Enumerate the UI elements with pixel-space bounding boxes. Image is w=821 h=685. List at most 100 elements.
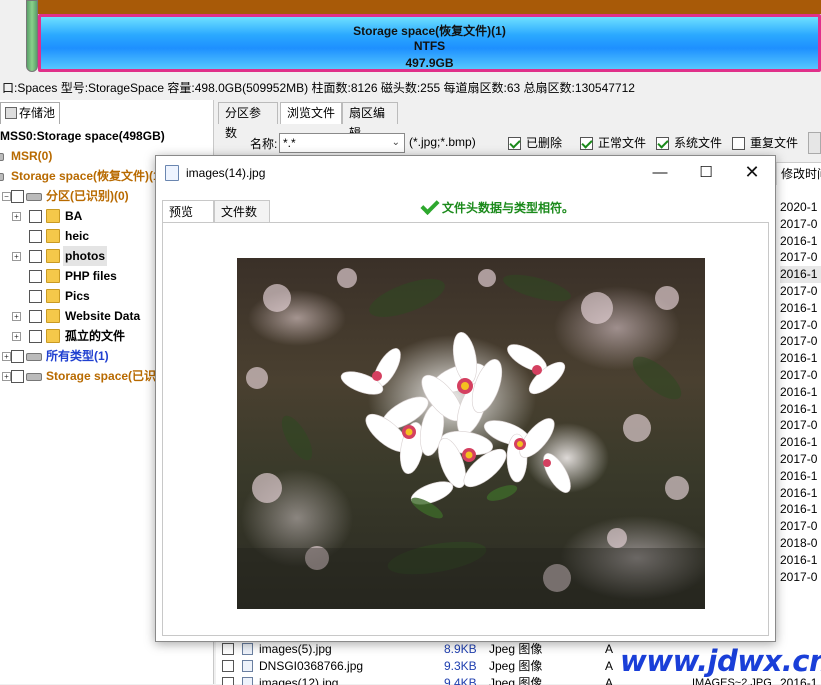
date-cell: 2016-1 <box>780 502 818 517</box>
preview-area <box>162 222 769 636</box>
deleted-checkbox[interactable]: 已删除 <box>508 134 562 152</box>
tree-item-label: PHP files <box>65 269 117 283</box>
system-files-checkbox[interactable]: 系统文件 <box>656 134 722 152</box>
tree-item-label: Pics <box>65 289 90 303</box>
file-icon <box>165 165 179 181</box>
tree-checkbox[interactable] <box>11 350 24 363</box>
blossom-illustration <box>237 268 705 609</box>
date-cell: 2017-0 <box>780 216 818 231</box>
expand-icon[interactable]: + <box>12 212 21 221</box>
tab-browse-files[interactable]: 浏览文件 <box>280 102 342 124</box>
tree-item-disk[interactable]: MSS0:Storage space(498GB) <box>0 126 214 146</box>
column-header-modified-time[interactable]: 修改时间 <box>776 163 821 185</box>
toolbar-overflow-button[interactable] <box>808 132 821 154</box>
tree-checkbox[interactable] <box>29 310 42 323</box>
name-filter-select[interactable]: *.* ⌄ <box>279 133 405 153</box>
tab-storage-pool-label: 存储池 <box>19 106 56 120</box>
file-type: Jpeg 图像 <box>489 642 543 656</box>
partition-icon <box>26 193 42 201</box>
file-attr: A <box>605 659 614 673</box>
tree-checkbox[interactable] <box>29 210 42 223</box>
checkbox-label: 系统文件 <box>674 136 723 150</box>
date-cell: 2017-0 <box>780 569 818 584</box>
unallocated-segment[interactable] <box>26 0 38 72</box>
date-cell: 2017-0 <box>780 283 818 298</box>
date-cell: 2017-0 <box>780 519 818 534</box>
tree-checkbox[interactable] <box>29 230 42 243</box>
expand-icon[interactable]: + <box>12 312 21 321</box>
date-cell: 2016-1 <box>780 266 821 283</box>
tab-sector-edit[interactable]: 扇区编辑 <box>342 102 398 140</box>
tree-checkbox[interactable] <box>29 270 42 283</box>
folder-icon <box>46 309 60 323</box>
date-cell: 2016-1 <box>780 384 818 399</box>
row-checkbox[interactable] <box>222 643 234 655</box>
expand-icon[interactable]: + <box>2 372 11 381</box>
maximize-button[interactable]: ☐ <box>683 156 729 189</box>
tree-item-label: Website Data <box>65 309 141 323</box>
dialog-title: images(14).jpg <box>186 166 266 180</box>
tree-checkbox[interactable] <box>11 370 24 383</box>
image-file-icon <box>242 660 253 672</box>
tree-item-label: Storage space(恢复文件)(1) <box>11 169 164 183</box>
duplicate-files-checkbox[interactable]: 重复文件 <box>732 134 798 152</box>
file-size: 9.3KB <box>444 659 477 673</box>
file-header-status-text: 文件头数据与类型相符。 <box>442 201 575 215</box>
close-button[interactable]: ✕ <box>729 156 775 189</box>
checkbox-box[interactable] <box>656 137 669 150</box>
folder-icon <box>46 229 60 243</box>
tree-checkbox[interactable] <box>11 190 24 203</box>
expand-icon[interactable]: + <box>12 252 21 261</box>
checkbox-box[interactable] <box>732 137 745 150</box>
date-cell: 2017-0 <box>780 367 818 382</box>
filter-bar: 名称: *.* ⌄ (*.jpg;*.bmp) 已删除 正常文件 系统文件 重复… <box>216 132 821 154</box>
tree-checkbox[interactable] <box>29 290 42 303</box>
tree-item-label: photos <box>63 246 107 266</box>
date-cell: 2020-1 <box>780 200 818 214</box>
tab-file-data[interactable]: 文件数据 <box>214 200 270 241</box>
date-cell: 2017-0 <box>780 418 818 433</box>
image-file-icon <box>242 643 253 655</box>
partition-size: 497.9GB <box>405 56 454 70</box>
date-cell: 2017-0 <box>780 334 818 349</box>
dialog-title-bar[interactable]: images(14).jpg — ☐ ✕ <box>156 156 775 189</box>
folder-icon <box>46 289 60 303</box>
partition-icon <box>26 353 42 361</box>
preview-image <box>237 258 705 609</box>
date-cell: 2017-0 <box>780 317 818 332</box>
tree-item-label: BA <box>65 209 83 223</box>
tree-item-label: Storage space(已识 <box>46 369 157 383</box>
tree-item-label: 所有类型(1) <box>46 349 109 363</box>
date-cell: 2016-1 <box>780 552 818 567</box>
file-attr: A <box>605 642 614 656</box>
tab-preview[interactable]: 预览 <box>162 200 214 222</box>
collapse-icon[interactable]: − <box>2 192 11 201</box>
tree-checkbox[interactable] <box>29 330 42 343</box>
expand-icon[interactable]: + <box>12 332 21 341</box>
checkbox-label: 正常文件 <box>598 136 647 150</box>
tab-partition-params[interactable]: 分区参数 <box>218 102 278 140</box>
partition-icon <box>0 173 4 181</box>
partition-name: Storage space(恢复文件)(1) <box>353 24 506 38</box>
expand-icon[interactable]: + <box>2 352 11 361</box>
checkbox-box[interactable] <box>508 137 521 150</box>
date-cell: 2016-1 <box>780 485 818 500</box>
tree-item-label: MSS0:Storage space(498GB) <box>0 129 165 143</box>
image-preview-dialog: images(14).jpg — ☐ ✕ 预览 文件数据 文件头数据与类型相符。 <box>155 155 776 642</box>
date-cell: 2017-0 <box>780 250 818 265</box>
row-checkbox[interactable] <box>222 660 234 672</box>
normal-files-checkbox[interactable]: 正常文件 <box>580 134 646 152</box>
disk-icon <box>5 107 17 119</box>
checkbox-box[interactable] <box>580 137 593 150</box>
checkbox-label: 重复文件 <box>750 136 799 150</box>
disk-map: Storage space(恢复文件)(1) NTFS 497.9GB <box>0 0 821 76</box>
tab-storage-pool[interactable]: 存储池 <box>0 102 60 124</box>
partition-block[interactable]: Storage space(恢复文件)(1) NTFS 497.9GB <box>38 14 821 72</box>
tree-item-label: MSR(0) <box>11 149 53 163</box>
disk-info-bar: 口:Spaces 型号:StorageSpace 容量:498.0GB(5099… <box>2 81 635 95</box>
tree-checkbox[interactable] <box>29 250 42 263</box>
minimize-button[interactable]: — <box>637 156 683 189</box>
file-name: images(5).jpg <box>259 642 332 656</box>
tree-item-label: heic <box>65 229 90 243</box>
folder-icon <box>46 209 60 223</box>
